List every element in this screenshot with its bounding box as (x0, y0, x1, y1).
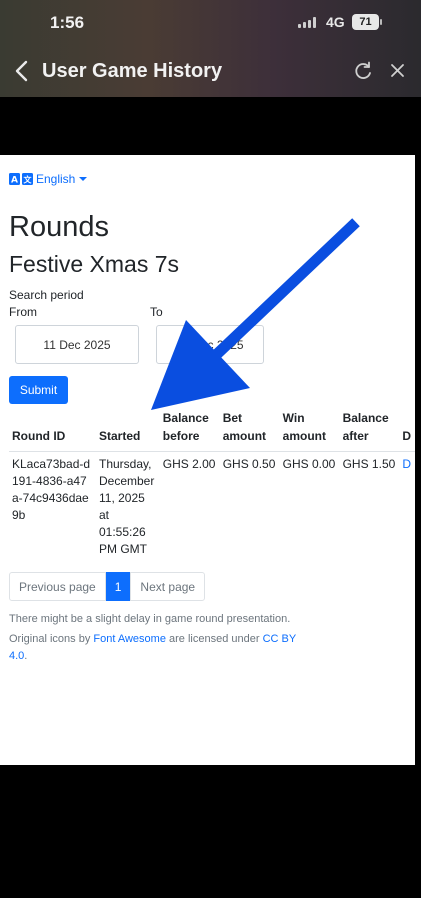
credit-suffix: . (24, 650, 28, 662)
icon-credit: Original icons by Font Awesome are licen… (9, 631, 309, 665)
previous-page-button[interactable]: Previous page (9, 572, 106, 601)
col-bet-amount: Bet amount (219, 407, 280, 452)
col-round-id: Round ID (9, 407, 96, 452)
battery-icon: 71 (352, 14, 382, 30)
back-chevron-icon[interactable] (14, 60, 30, 82)
caret-down-icon (79, 177, 88, 181)
to-date-input[interactable]: 11 Dec 2025 (156, 325, 264, 364)
pagination: Previous page 1 Next page (9, 572, 206, 601)
credit-prefix: Original icons by (9, 633, 91, 645)
col-balance-after: Balance after (339, 407, 400, 452)
signal-icon (298, 17, 320, 28)
app-header: 1:56 4G 71 User Game History (0, 0, 421, 97)
delay-note: There might be a slight delay in game ro… (9, 613, 291, 625)
col-win-amount: Win amount (279, 407, 340, 452)
credit-middle: are licensed under (169, 633, 260, 645)
close-icon[interactable] (390, 63, 405, 78)
page-title: User Game History (42, 60, 223, 82)
cell-balance-before: GHS 2.00 (162, 457, 216, 471)
game-name: Festive Xmas 7s (9, 251, 179, 277)
from-date-input[interactable]: 11 Dec 2025 (15, 325, 139, 364)
next-page-button[interactable]: Next page (130, 572, 206, 601)
cell-bet-amount: GHS 0.50 (222, 457, 276, 471)
cell-win-amount: GHS 0.00 (282, 457, 336, 471)
table-header-row: Round ID Started Balance before Bet amou… (9, 407, 415, 452)
rounds-table: Round ID Started Balance before Bet amou… (9, 407, 415, 562)
table-row: KLaca73bad-d191-4836-a47a-74c9436dae9b T… (9, 452, 415, 563)
language-selector[interactable]: A 文 English (9, 172, 88, 186)
reload-icon[interactable] (353, 61, 373, 81)
language-label[interactable]: English (36, 172, 75, 186)
status-time: 1:56 (50, 13, 85, 32)
submit-button[interactable]: Submit (9, 376, 68, 404)
col-balance-before: Balance before (159, 407, 220, 452)
svg-text:文: 文 (24, 175, 33, 185)
to-label: To (150, 305, 163, 319)
cell-balance-after: GHS 1.50 (342, 457, 396, 471)
webview-content: A 文 English Rounds Festive Xmas 7s Searc… (0, 155, 415, 765)
cell-round-id: KLaca73bad-d191-4836-a47a-74c9436dae9b (12, 457, 91, 522)
search-period-label: Search period (9, 288, 84, 302)
from-label: From (9, 305, 37, 319)
translate-icon: A 文 (9, 173, 33, 185)
svg-text:A: A (11, 176, 18, 186)
col-started: Started (95, 407, 160, 452)
col-details: D (399, 407, 415, 452)
cell-started: Thursday, December 11, 2025 at 01:55:26 … (98, 457, 155, 556)
network-type: 4G (326, 14, 345, 30)
cell-details-link[interactable]: D (399, 452, 415, 563)
font-awesome-link[interactable]: Font Awesome (93, 633, 166, 645)
current-page-button[interactable]: 1 (105, 572, 131, 601)
rounds-heading: Rounds (9, 211, 109, 243)
